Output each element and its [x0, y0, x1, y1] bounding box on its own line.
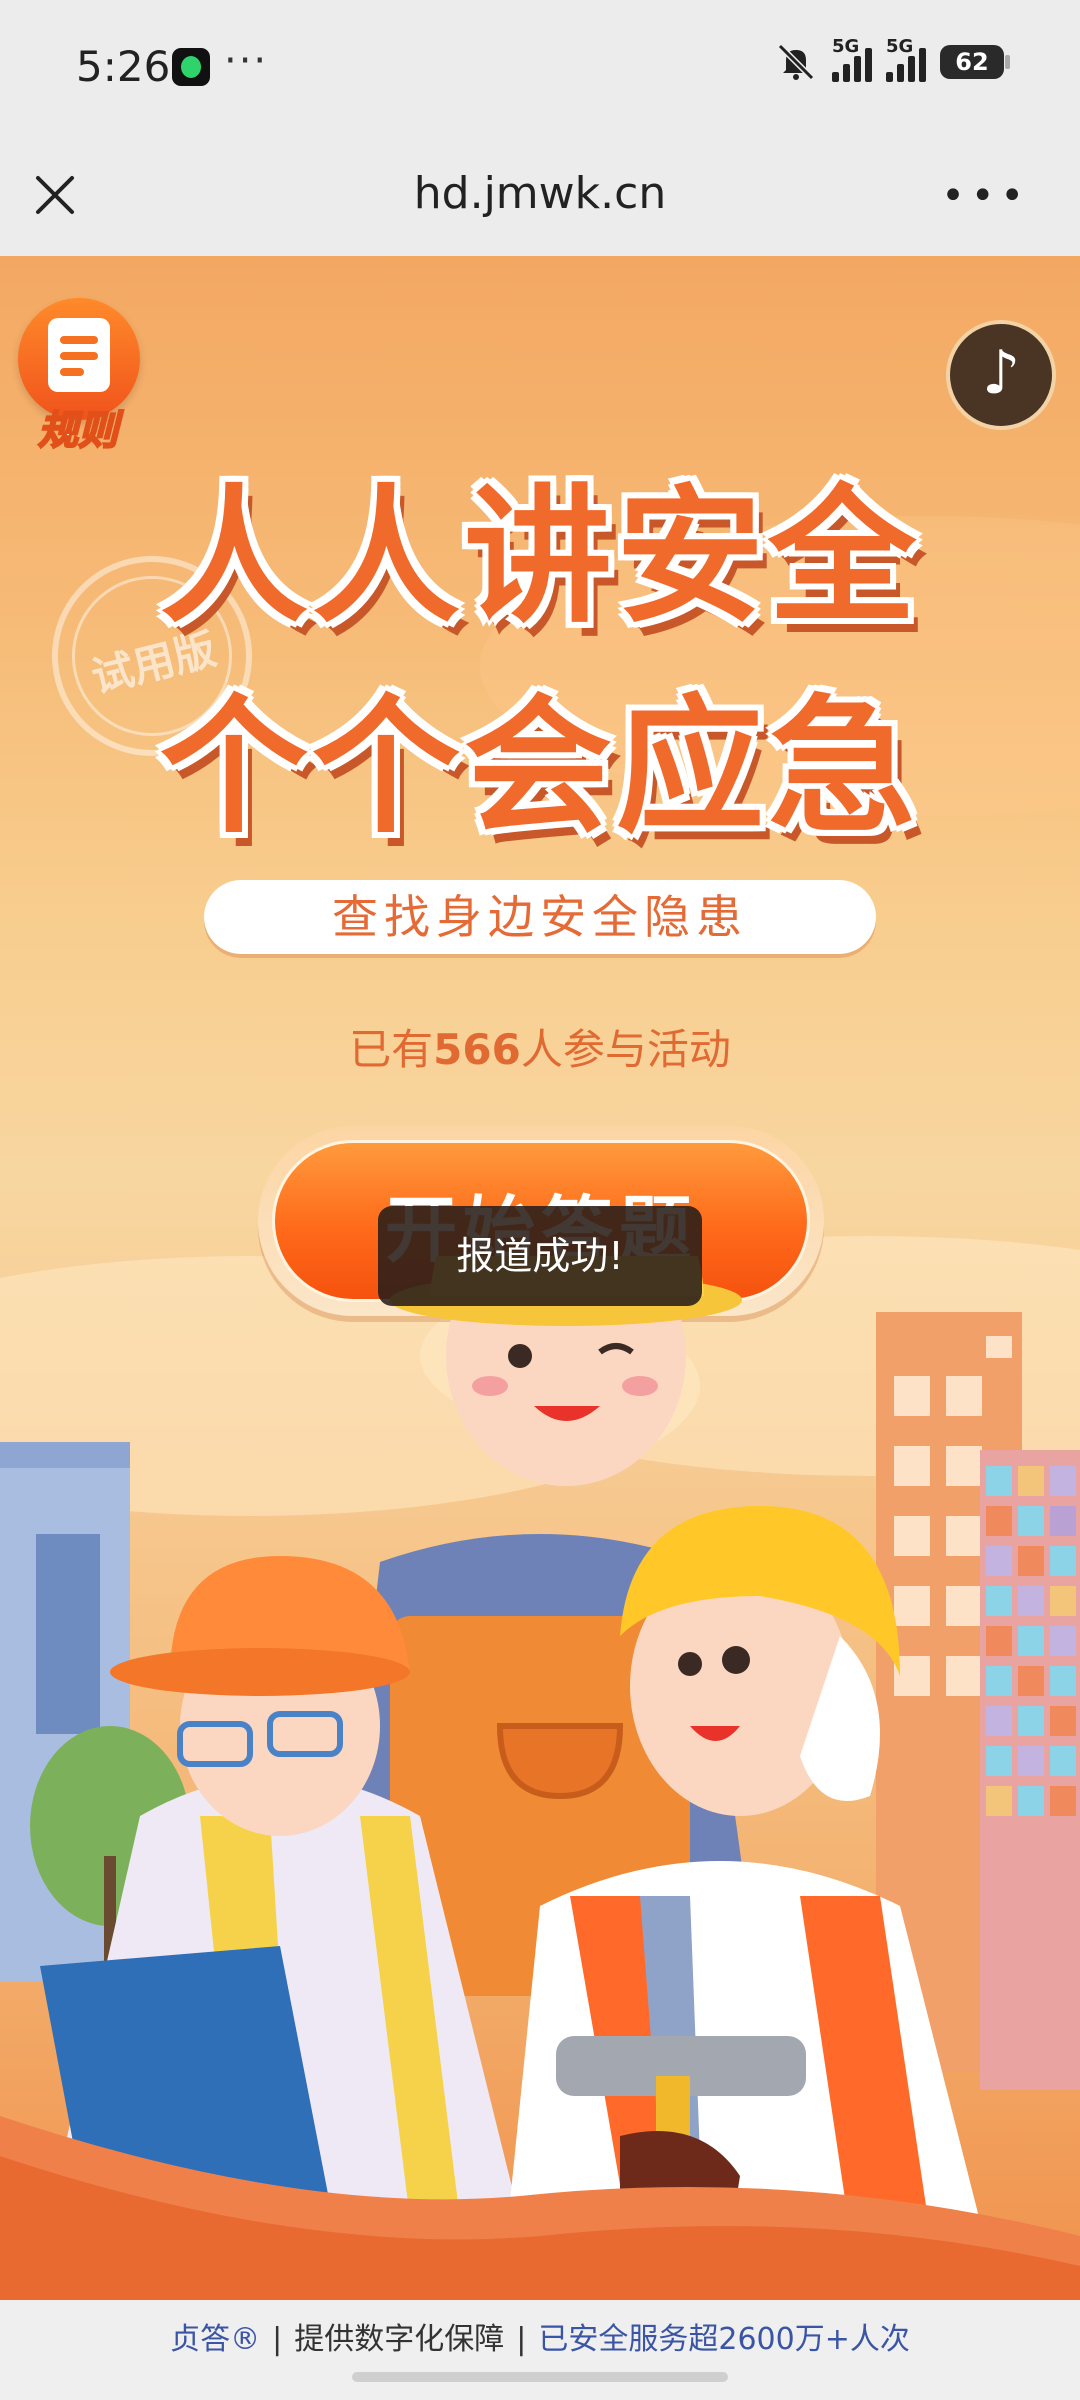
browser-nav-bar: hd.jmwk.cn •••: [0, 140, 1080, 256]
mute-icon: [777, 43, 815, 81]
status-bar: 5:26 ··· 5G 5G 62: [0, 0, 1080, 140]
signal-icon-1: 5G: [832, 36, 872, 82]
participant-count: 已有566人参与活动: [349, 1025, 731, 1074]
participant-number: 566: [433, 1025, 521, 1074]
app-notification-icon: [172, 48, 210, 86]
toast-message: 报道成功!: [378, 1206, 702, 1306]
footer-text: 贞答® | 提供数字化保障 | 已安全服务超2600万+人次: [170, 2322, 910, 2357]
music-toggle-button[interactable]: ♪: [946, 320, 1056, 430]
page-url: hd.jmwk.cn: [413, 168, 667, 219]
footer: 贞答® | 提供数字化保障 | 已安全服务超2600万+人次: [0, 2300, 1080, 2400]
workers-illustration: [0, 1256, 1080, 2300]
footer-tagline: 提供数字化保障: [294, 2322, 505, 2357]
system-indicators: 5G 5G 62: [774, 36, 1010, 84]
more-notifications-icon: ···: [224, 38, 269, 84]
footer-brand[interactable]: 贞答®: [170, 2322, 260, 2357]
subtitle-pill: 查找身边安全隐患: [204, 880, 876, 954]
document-icon: [48, 318, 110, 392]
battery-indicator: 62: [940, 45, 1010, 79]
music-note-icon: ♪: [981, 338, 1021, 408]
headline-line-1: 人人讲安全: [160, 471, 920, 643]
headline-line-2: 个个会应急: [160, 681, 920, 853]
footer-service-stat: 已安全服务超2600万+人次: [538, 2322, 910, 2357]
signal-icon-2: 5G: [886, 36, 926, 82]
status-time: 5:26: [76, 42, 171, 91]
home-indicator[interactable]: [352, 2372, 728, 2382]
activity-page: 规则 ♪ 试用版 人人讲安全 个个会应急 查找身边安全隐患 已有566人参与活动…: [0, 256, 1080, 2300]
more-menu-icon[interactable]: •••: [941, 176, 1030, 216]
